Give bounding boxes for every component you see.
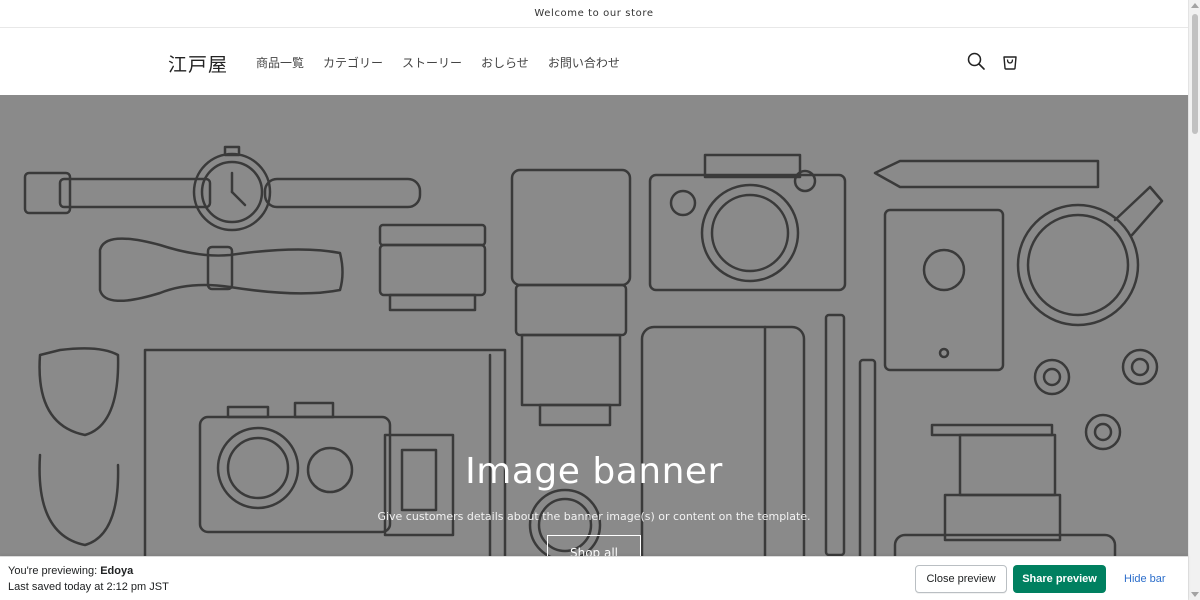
store-name: Edoya [100, 565, 134, 577]
previewing-text: You're previewing: Edoya [8, 565, 133, 577]
last-saved-text: Last saved today at 2:12 pm JST [8, 581, 169, 593]
site-header: 江戸屋 商品一覧 カテゴリー ストーリー おしらせ お問い合わせ [0, 28, 1188, 95]
image-banner: Image banner Give customers details abou… [0, 95, 1188, 600]
close-preview-button[interactable]: Close preview [915, 565, 1007, 593]
announcement-bar: Welcome to our store [0, 0, 1188, 28]
preview-bar: You're previewing: Edoya Last saved toda… [0, 556, 1188, 600]
announcement-text: Welcome to our store [534, 8, 654, 19]
scroll-thumb[interactable] [1192, 14, 1198, 134]
store-logo[interactable]: 江戸屋 [168, 50, 228, 77]
nav-item-story[interactable]: ストーリー [402, 54, 462, 71]
nav-item-contact[interactable]: お問い合わせ [548, 54, 620, 71]
banner-content: Image banner Give customers details abou… [0, 451, 1188, 571]
page-scrollbar[interactable] [1188, 0, 1200, 600]
hide-bar-link[interactable]: Hide bar [1124, 573, 1166, 585]
banner-subtitle: Give customers details about the banner … [377, 510, 811, 523]
nav-item-products[interactable]: 商品一覧 [256, 54, 304, 71]
scroll-down-arrow-icon[interactable] [1191, 592, 1199, 597]
previewing-prefix: You're previewing: [8, 565, 101, 577]
nav-item-categories[interactable]: カテゴリー [323, 54, 383, 71]
banner-title: Image banner [465, 451, 723, 492]
main-nav: 商品一覧 カテゴリー ストーリー おしらせ お問い合わせ [256, 54, 639, 71]
search-icon[interactable] [965, 50, 987, 72]
scroll-up-arrow-icon[interactable] [1191, 3, 1199, 8]
nav-item-news[interactable]: おしらせ [481, 54, 529, 71]
share-preview-button[interactable]: Share preview [1013, 565, 1106, 593]
cart-icon[interactable] [999, 50, 1021, 72]
